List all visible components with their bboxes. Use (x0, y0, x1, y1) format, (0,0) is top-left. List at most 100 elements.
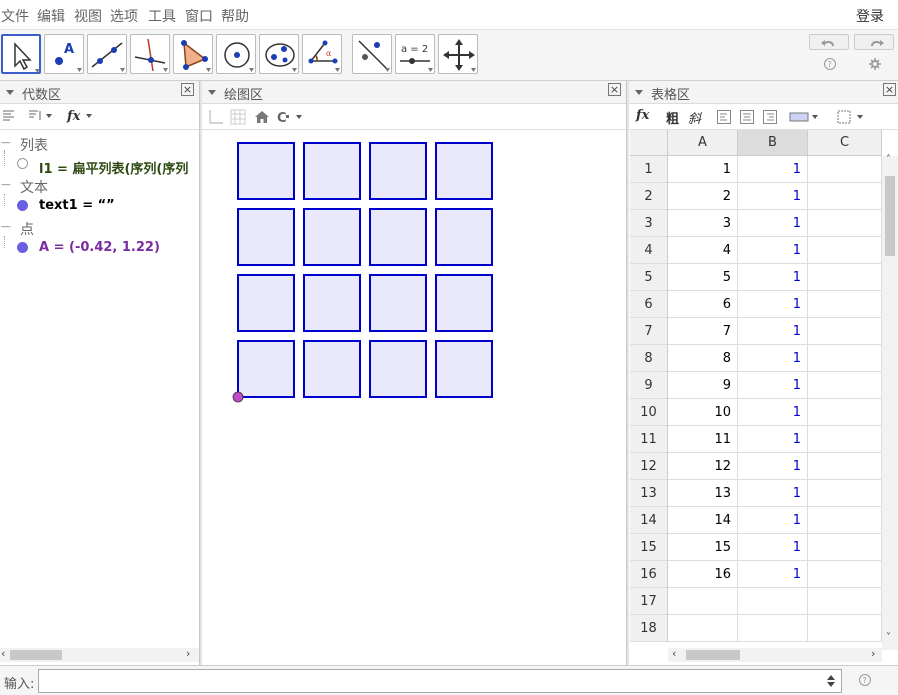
perpendicular-tool-button[interactable] (130, 34, 170, 74)
move-view-tool-button[interactable] (438, 34, 478, 74)
input-history-icon[interactable] (826, 674, 836, 688)
algebra-item-text1[interactable]: text1 = “” (39, 198, 115, 213)
axes-toggle-icon[interactable] (208, 109, 224, 125)
point-capture-icon[interactable]: C (276, 109, 308, 125)
collapse-triangle-icon[interactable] (6, 90, 14, 95)
point-A[interactable] (232, 391, 244, 403)
cell-C[interactable] (808, 291, 882, 318)
cell-B[interactable]: 1 (738, 318, 808, 345)
cell-C[interactable] (808, 318, 882, 345)
cell-B[interactable]: 1 (738, 399, 808, 426)
cell-B[interactable]: 1 (738, 480, 808, 507)
graphics-canvas[interactable] (202, 130, 626, 665)
cell-A[interactable]: 14 (668, 507, 738, 534)
visibility-toggle-text1[interactable] (17, 200, 28, 211)
circle-tool-button[interactable] (216, 34, 256, 74)
row-header[interactable]: 8 (630, 345, 668, 372)
cell-C[interactable] (808, 210, 882, 237)
menu-view[interactable]: 视图 (74, 6, 102, 26)
scroll-left-icon[interactable]: ‹ (672, 647, 676, 660)
cell-A[interactable]: 13 (668, 480, 738, 507)
row-header[interactable]: 10 (630, 399, 668, 426)
menu-tools[interactable]: 工具 (148, 6, 176, 26)
row-header[interactable]: 5 (630, 264, 668, 291)
row-header[interactable]: 3 (630, 210, 668, 237)
cell-A[interactable]: 6 (668, 291, 738, 318)
row-header[interactable]: 12 (630, 453, 668, 480)
grid-square[interactable] (237, 340, 295, 398)
spreadsheet-grid[interactable]: A B C 1 1 1 2 2 1 3 3 1 4 4 1 5 5 1 6 6 1 7 7 1 8 8 1 9 9 1 10 10 1 11… (630, 130, 898, 650)
fx-icon[interactable]: fx (66, 108, 98, 124)
grid-square[interactable] (303, 340, 361, 398)
row-header[interactable]: 6 (630, 291, 668, 318)
cell-C[interactable] (808, 372, 882, 399)
grid-square[interactable] (435, 208, 493, 266)
grid-square[interactable] (303, 208, 361, 266)
column-header-B[interactable]: B (738, 130, 808, 156)
row-header[interactable]: 14 (630, 507, 668, 534)
grid-square[interactable] (237, 208, 295, 266)
scroll-right-icon[interactable]: › (871, 647, 875, 660)
slider-tool-button[interactable]: a = 2 (395, 34, 435, 74)
scroll-down-icon[interactable]: ˅ (886, 632, 891, 643)
row-header[interactable]: 9 (630, 372, 668, 399)
menu-options[interactable]: 选项 (110, 6, 138, 26)
cell-B[interactable]: 1 (738, 264, 808, 291)
bg-color-icon[interactable] (789, 110, 825, 124)
cell-B[interactable]: 1 (738, 561, 808, 588)
align-left-icon[interactable] (2, 109, 16, 123)
grid-square[interactable] (369, 340, 427, 398)
scroll-thumb[interactable] (885, 176, 895, 256)
cell-A[interactable]: 9 (668, 372, 738, 399)
close-spreadsheet-button[interactable]: × (883, 83, 896, 96)
menu-window[interactable]: 窗口 (185, 6, 213, 26)
fx-button[interactable]: fx (636, 108, 649, 123)
cell-A[interactable]: 2 (668, 183, 738, 210)
grid-square[interactable] (435, 340, 493, 398)
cell-B[interactable]: 1 (738, 237, 808, 264)
scroll-up-icon[interactable]: ˄ (886, 154, 891, 165)
align-left-icon[interactable] (717, 110, 731, 124)
collapse-triangle-icon[interactable] (208, 90, 216, 95)
cell-C[interactable] (808, 183, 882, 210)
home-icon[interactable] (254, 109, 270, 125)
row-header[interactable]: 16 (630, 561, 668, 588)
scroll-thumb[interactable] (686, 650, 740, 660)
cell-A[interactable]: 10 (668, 399, 738, 426)
cell-B[interactable]: 1 (738, 372, 808, 399)
undo-button[interactable] (809, 34, 849, 50)
collapse-icon[interactable]: − (0, 219, 12, 235)
cell-B[interactable]: 1 (738, 210, 808, 237)
column-header-C[interactable]: C (808, 130, 882, 156)
scroll-right-icon[interactable]: › (186, 647, 190, 660)
algebra-item-A[interactable]: A = (-0.42, 1.22) (39, 240, 160, 255)
cell-B[interactable] (738, 588, 808, 615)
cell-A[interactable]: 4 (668, 237, 738, 264)
grid-square[interactable] (303, 274, 361, 332)
angle-tool-button[interactable]: α (302, 34, 342, 74)
line-tool-button[interactable] (87, 34, 127, 74)
cell-B[interactable]: 1 (738, 183, 808, 210)
cell-B[interactable] (738, 615, 808, 642)
grid-square[interactable] (369, 274, 427, 332)
cell-C[interactable] (808, 453, 882, 480)
row-header[interactable]: 15 (630, 534, 668, 561)
menu-help[interactable]: 帮助 (221, 6, 249, 26)
corner-cell[interactable] (630, 130, 668, 156)
grid-square[interactable] (303, 142, 361, 200)
algebra-hscrollbar[interactable]: ‹ › (0, 647, 199, 662)
align-center-icon[interactable] (740, 110, 754, 124)
cell-C[interactable] (808, 345, 882, 372)
menu-edit[interactable]: 编辑 (37, 6, 65, 26)
cell-A[interactable] (668, 615, 738, 642)
spreadsheet-vscrollbar[interactable]: ˄ ˅ (882, 154, 898, 650)
cell-C[interactable] (808, 264, 882, 291)
row-header[interactable]: 2 (630, 183, 668, 210)
login-button[interactable]: 登录 (856, 6, 884, 26)
border-icon[interactable] (837, 110, 873, 124)
splitter[interactable] (626, 81, 629, 665)
cell-A[interactable]: 16 (668, 561, 738, 588)
cell-B[interactable]: 1 (738, 507, 808, 534)
align-right-icon[interactable] (763, 110, 777, 124)
visibility-toggle-l1[interactable] (17, 158, 28, 169)
